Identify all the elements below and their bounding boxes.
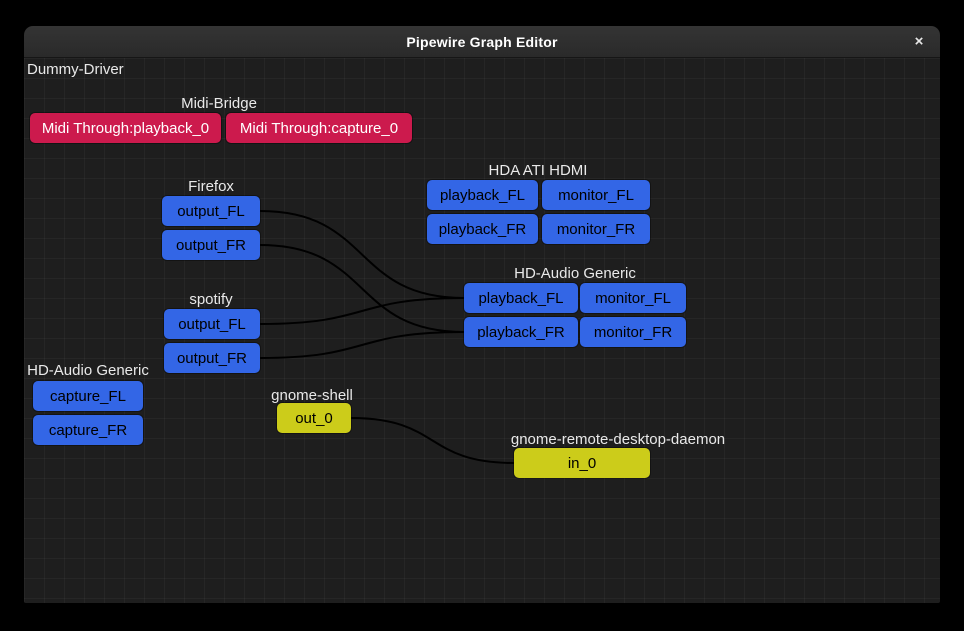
port-hda-ati-hdmi-monitor-fl[interactable]: monitor_FL (542, 180, 650, 210)
port-spotify-output-fr[interactable]: output_FR (164, 343, 260, 373)
port-firefox-output-fr[interactable]: output_FR (162, 230, 260, 260)
port-hd-audio-generic-out-monitor-fr[interactable]: monitor_FR (580, 317, 686, 347)
port-hd-audio-generic-in-capture-fl[interactable]: capture_FL (33, 381, 143, 411)
edge-gnome-shell-out-0-to-grd-in-0[interactable] (351, 418, 514, 463)
pipewire-graph-editor-window: Pipewire Graph Editor × Dummy-Driver Midi… (24, 26, 940, 603)
edge-spotify-output-fl-to-hd-audio-playback-fl[interactable] (260, 298, 464, 324)
node-label-hd-audio-generic-in[interactable]: HD-Audio Generic (27, 362, 149, 380)
node-label-midi-bridge[interactable]: Midi-Bridge (181, 95, 257, 113)
node-label-spotify[interactable]: spotify (189, 291, 232, 309)
port-firefox-output-fl[interactable]: output_FL (162, 196, 260, 226)
port-hd-audio-generic-out-playback-fl[interactable]: playback_FL (464, 283, 578, 313)
node-label-hd-audio-generic-out[interactable]: HD-Audio Generic (514, 265, 636, 283)
port-hd-audio-generic-out-playback-fr[interactable]: playback_FR (464, 317, 578, 347)
close-button[interactable]: × (906, 29, 932, 54)
port-hda-ati-hdmi-monitor-fr[interactable]: monitor_FR (542, 214, 650, 244)
node-label-gnome-remote-desktop-daemon[interactable]: gnome-remote-desktop-daemon (511, 431, 725, 449)
graph-canvas[interactable]: Dummy-Driver Midi-BridgeMidi Through:play… (24, 58, 940, 603)
port-gnome-remote-desktop-daemon-in-0[interactable]: in_0 (514, 448, 650, 478)
port-midi-bridge-midi-through-playback-0[interactable]: Midi Through:playback_0 (30, 113, 221, 143)
edge-spotify-output-fr-to-hd-audio-playback-fr[interactable] (260, 332, 464, 358)
port-hd-audio-generic-out-monitor-fl[interactable]: monitor_FL (580, 283, 686, 313)
window-title: Pipewire Graph Editor (406, 34, 557, 50)
titlebar[interactable]: Pipewire Graph Editor × (24, 26, 940, 58)
node-label-dummy-driver[interactable]: Dummy-Driver (27, 61, 124, 79)
node-label-firefox[interactable]: Firefox (188, 178, 234, 196)
port-midi-bridge-midi-through-capture-0[interactable]: Midi Through:capture_0 (226, 113, 412, 143)
port-hda-ati-hdmi-playback-fl[interactable]: playback_FL (427, 180, 538, 210)
port-hda-ati-hdmi-playback-fr[interactable]: playback_FR (427, 214, 538, 244)
port-gnome-shell-out-0[interactable]: out_0 (277, 403, 351, 433)
port-hd-audio-generic-in-capture-fr[interactable]: capture_FR (33, 415, 143, 445)
port-spotify-output-fl[interactable]: output_FL (164, 309, 260, 339)
node-label-hda-ati-hdmi[interactable]: HDA ATI HDMI (489, 162, 588, 180)
desktop-background: { "window": { "title": "Pipewire Graph E… (0, 0, 964, 631)
edge-firefox-output-fr-to-hd-audio-playback-fr[interactable] (260, 245, 464, 332)
